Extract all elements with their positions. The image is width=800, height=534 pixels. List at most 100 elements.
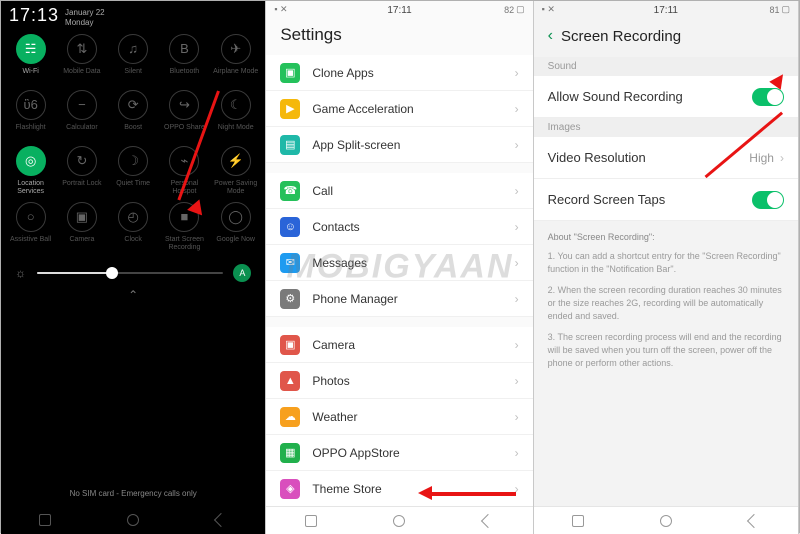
qs-tile-icon: − — [67, 90, 97, 120]
settings-row-messages[interactable]: ✉Messages› — [266, 245, 532, 281]
record-taps-toggle[interactable] — [752, 191, 784, 209]
settings-row-clone-apps[interactable]: ▣Clone Apps› — [266, 55, 532, 91]
row-label: Photos — [312, 374, 349, 388]
row-app-icon: ▣ — [280, 63, 300, 83]
qs-tile-label: Bluetooth — [170, 68, 200, 76]
brightness-slider[interactable] — [37, 272, 223, 274]
nav-back-button[interactable] — [745, 512, 763, 530]
row-video-resolution[interactable]: Video Resolution High › — [534, 137, 798, 179]
qs-tile-assistive-ball[interactable]: ○Assistive Ball — [5, 202, 56, 256]
qs-tile-bluetooth[interactable]: BBluetooth — [159, 34, 210, 88]
settings-row-contacts[interactable]: ☺ Contacts › — [266, 209, 532, 245]
settings-row-camera[interactable]: ▣ Camera › — [266, 327, 532, 363]
nav-back-button[interactable] — [212, 511, 230, 529]
qs-tile-boost[interactable]: ⟳Boost — [108, 90, 159, 144]
row-app-icon: ▣ — [280, 335, 300, 355]
row-label: Contacts — [312, 220, 359, 234]
row-label: OPPO AppStore — [312, 446, 399, 460]
row-allow-sound[interactable]: Allow Sound Recording — [534, 76, 798, 118]
qs-tile-google-now[interactable]: ◯Google Now — [210, 202, 261, 256]
nav-recent-button[interactable] — [36, 511, 54, 529]
chevron-right-icon: › — [515, 410, 519, 424]
settings-row-phone-manager[interactable]: ⚙Phone Manager› — [266, 281, 532, 317]
settings-row-oppo-appstore[interactable]: ▦OPPO AppStore› — [266, 435, 532, 471]
qs-tile-power-saving-mode[interactable]: ⚡Power Saving Mode — [210, 146, 261, 200]
qs-tile-calculator[interactable]: −Calculator — [56, 90, 107, 144]
row-value: High — [749, 151, 774, 165]
qs-tile-oppo-share[interactable]: ↪OPPO Share — [159, 90, 210, 144]
nav-bar — [1, 506, 265, 534]
chevron-right-icon: › — [515, 220, 519, 234]
qs-tile-flashlight[interactable]: ὒ6Flashlight — [5, 90, 56, 144]
nav-home-button[interactable] — [390, 512, 408, 530]
battery-indicator: 81▢ — [769, 4, 790, 15]
qs-tile-location-services[interactable]: ◎Location Services — [5, 146, 56, 200]
settings-row-game-acceleration[interactable]: ▶Game Acceleration› — [266, 91, 532, 127]
status-icons-left: ▪ ✕ — [542, 4, 555, 15]
status-bar: ▪ ✕ 17:11 81▢ — [534, 1, 798, 19]
row-app-icon: ✉ — [280, 253, 300, 273]
qs-tile-camera[interactable]: ▣Camera — [56, 202, 107, 256]
settings-row-app-split-screen[interactable]: ▤App Split-screen› — [266, 127, 532, 163]
qs-tile-icon: ☽ — [118, 146, 148, 176]
brightness-row: ☼ A — [1, 256, 265, 286]
qs-tile-personal-hotspot[interactable]: ⌁ Personal Hotspot — [159, 146, 210, 200]
qs-tile-clock[interactable]: ◴Clock — [108, 202, 159, 256]
nav-recent-button[interactable] — [569, 512, 587, 530]
row-record-taps[interactable]: Record Screen Taps — [534, 179, 798, 221]
row-label: Theme Store — [312, 482, 381, 496]
qs-tile-label: Wi-Fi — [22, 68, 38, 76]
section-header-images: Images — [534, 118, 798, 137]
qs-tile-icon: ⌁ — [169, 146, 199, 176]
qs-tile-label: Airplane Mode — [213, 68, 258, 76]
collapse-chevron-icon[interactable]: ⌃ — [1, 286, 265, 302]
clock-date: January 22Monday — [65, 8, 105, 28]
page-title: Settings — [266, 19, 532, 55]
qs-tile-icon: ✈ — [221, 34, 251, 64]
qs-tile-quiet-time[interactable]: ☽Quiet Time — [108, 146, 159, 200]
row-app-icon: ◈ — [280, 479, 300, 499]
screen-recording-screen: ▪ ✕ 17:11 81▢ ‹ Screen Recording Sound A… — [534, 1, 799, 534]
row-app-icon: ▶ — [280, 99, 300, 119]
qs-tile-icon: ♫ — [118, 34, 148, 64]
nav-back-button[interactable] — [479, 512, 497, 530]
qs-tile-label: Google Now — [216, 236, 255, 244]
qs-tile-label: Night Mode — [218, 124, 254, 132]
row-app-icon: ☺ — [280, 217, 300, 237]
qs-tile-label: Flashlight — [16, 124, 46, 132]
chevron-right-icon: › — [515, 338, 519, 352]
back-chevron-icon[interactable]: ‹ — [548, 27, 553, 45]
chevron-right-icon: › — [515, 66, 519, 80]
auto-brightness-button[interactable]: A — [233, 264, 251, 282]
allow-sound-toggle[interactable] — [752, 88, 784, 106]
settings-screen: ▪ ✕ 17:11 82▢ Settings ▣Clone Apps›▶Game… — [266, 1, 533, 534]
qs-tile-icon: ■ — [169, 202, 199, 232]
qs-tile-airplane-mode[interactable]: ✈ Airplane Mode — [210, 34, 261, 88]
nav-recent-button[interactable] — [302, 512, 320, 530]
emergency-text: No SIM card - Emergency calls only — [1, 489, 265, 498]
qs-tile-label: Boost — [124, 124, 142, 132]
row-label: Record Screen Taps — [548, 192, 666, 207]
chevron-right-icon: › — [515, 138, 519, 152]
qs-tile-label: Personal Hotspot — [159, 180, 210, 196]
quick-settings-grid: ☵Wi-Fi⇅Mobile Data ♫ Silent BBluetooth ✈ Airp… — [1, 28, 265, 256]
qs-tile-label: Silent — [124, 68, 142, 76]
nav-home-button[interactable] — [657, 512, 675, 530]
qs-tile-night-mode[interactable]: ☾Night Mode — [210, 90, 261, 144]
qs-tile-label: Location Services — [5, 180, 56, 196]
settings-row-photos[interactable]: ▲Photos› — [266, 363, 532, 399]
qs-tile-icon: ⚡ — [221, 146, 251, 176]
settings-row-weather[interactable]: ☁Weather› — [266, 399, 532, 435]
nav-home-button[interactable] — [124, 511, 142, 529]
qs-tile-portrait-lock[interactable]: ↻Portrait Lock — [56, 146, 107, 200]
row-label: Camera — [312, 338, 355, 352]
qs-tile-label: Clock — [124, 236, 142, 244]
qs-tile-start-screen-recording[interactable]: ■Start Screen Recording — [159, 202, 210, 256]
settings-row-call[interactable]: ☎Call› — [266, 173, 532, 209]
qs-tile-wi-fi[interactable]: ☵Wi-Fi — [5, 34, 56, 88]
chevron-right-icon: › — [515, 446, 519, 460]
settings-row-theme-store[interactable]: ◈Theme Store› — [266, 471, 532, 507]
qs-tile-mobile-data[interactable]: ⇅Mobile Data — [56, 34, 107, 88]
chevron-right-icon: › — [780, 151, 784, 165]
qs-tile-silent[interactable]: ♫ Silent — [108, 34, 159, 88]
